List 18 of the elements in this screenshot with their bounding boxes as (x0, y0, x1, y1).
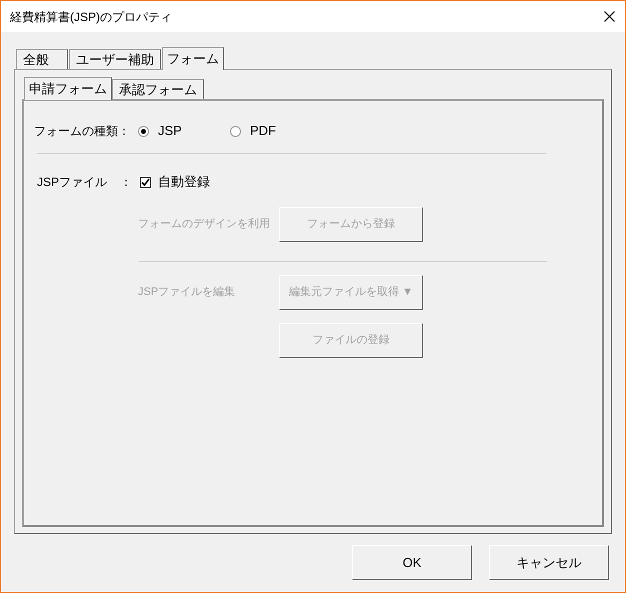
check-icon (141, 178, 150, 186)
tab[interactable]: ユーザー補助 (69, 49, 161, 69)
tab[interactable]: 申請フォーム (24, 77, 112, 100)
auto-register-checkbox[interactable]: 自動登録 (140, 172, 210, 192)
jsp-file-label: JSPファイル (36, 174, 108, 191)
radio-button[interactable]: JSP (138, 121, 230, 141)
close-icon[interactable] (604, 11, 615, 22)
window-title: 経費精算書(JSP)のプロパティ (10, 8, 172, 26)
action-label: フォームのデザインを利用 (137, 217, 271, 232)
tab[interactable]: フォーム (162, 47, 224, 70)
dialog-button[interactable]: キャンセル (489, 545, 609, 580)
colon-label: ： (120, 174, 133, 191)
form-type-label: フォームの種類： (34, 123, 131, 140)
dialog-button[interactable]: OK (352, 545, 472, 580)
tab[interactable]: 全般 (16, 49, 68, 69)
radio-button[interactable]: PDF (230, 121, 276, 141)
tab[interactable]: 承認フォーム (112, 79, 204, 99)
action-label: JSPファイルを編集 (137, 285, 236, 300)
